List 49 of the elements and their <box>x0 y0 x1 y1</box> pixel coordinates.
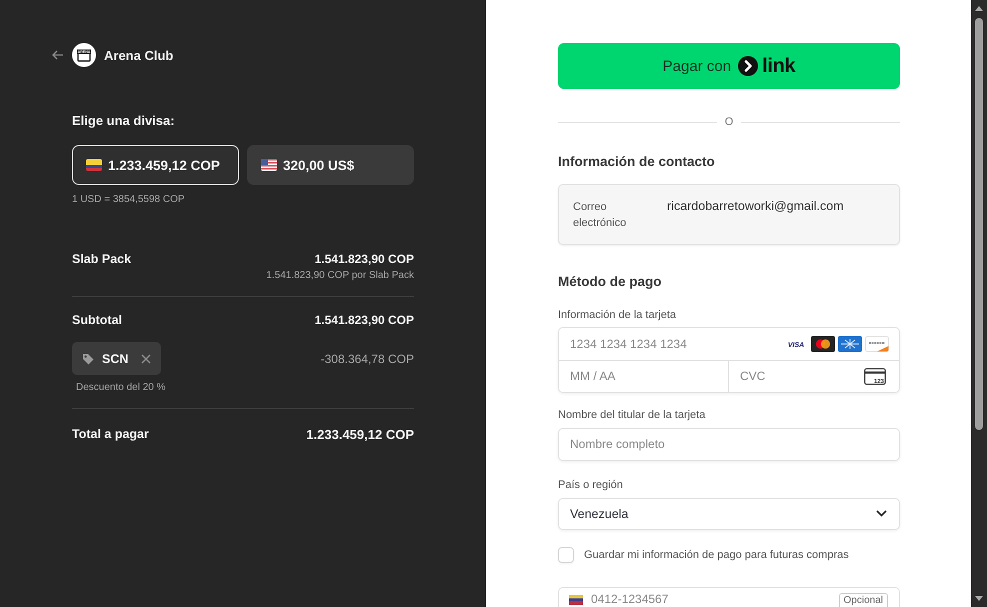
subtotal-label: Subtotal <box>72 313 122 328</box>
card-brand-icon <box>865 336 889 352</box>
tag-icon <box>82 352 94 364</box>
brand-name: Arena Club <box>104 48 174 62</box>
scroll-down-icon[interactable] <box>975 596 983 601</box>
contact-heading: Información de contacto <box>558 154 716 170</box>
exchange-rate: 1 USD = 3854,5598 COP <box>72 193 186 206</box>
country-label: País o región <box>558 478 624 492</box>
divider-text: O <box>724 115 734 130</box>
card-brand-icon <box>811 336 835 352</box>
back-arrow-icon[interactable] <box>52 50 64 60</box>
pay-with-link-button[interactable]: Pagar con link <box>558 43 900 90</box>
payment-heading: Método de pago <box>558 274 662 290</box>
currency-heading: Elige una divisa: <box>72 113 176 129</box>
card-info-label: Información de la tarjeta <box>558 308 678 322</box>
flag-icon <box>261 159 277 171</box>
flag-icon <box>569 595 583 606</box>
phone-input[interactable]: 0412-1234567 <box>583 591 839 607</box>
cardholder-label: Nombre del titular de la tarjeta <box>558 408 706 422</box>
item-price: 1.541.823,90 COP <box>314 252 414 267</box>
card-brand-icon <box>838 336 862 352</box>
scroll-up-icon[interactable] <box>975 6 983 11</box>
chevron-down-icon <box>876 510 887 518</box>
email-value: ricardobarretoworki@gmail.com <box>667 198 844 214</box>
optional-badge: Opcional <box>838 593 888 607</box>
scrollbar-thumb[interactable] <box>975 18 983 430</box>
coupon-code: SCN <box>102 352 128 366</box>
scrollbar[interactable] <box>971 0 987 607</box>
currency-option[interactable]: 1.233.459,12 COP <box>72 145 239 185</box>
cvc-input[interactable]: CVC <box>729 360 864 392</box>
discount-amount: -308.364,78 COP <box>320 352 414 366</box>
subtotal-value: 1.541.823,90 COP <box>314 313 414 328</box>
cardholder-name-field[interactable]: Nombre completo <box>558 428 900 461</box>
currency-option[interactable]: 320,00 US$ <box>247 145 414 185</box>
save-info-checkbox[interactable] <box>558 546 574 563</box>
country-select[interactable]: Venezuela <box>558 498 900 530</box>
email-label: Correo electrónico <box>573 200 628 232</box>
item-name: Slab Pack <box>72 252 132 268</box>
unit-price: 1.541.823,90 COP por Slab Pack <box>266 269 414 282</box>
save-info-label: Guardar mi información de pago para futuras compras <box>584 548 849 561</box>
discount-note: Descuento del 20 % <box>75 381 167 394</box>
chevron-circle-icon <box>738 56 758 76</box>
card-number-input[interactable]: 1234 1234 1234 1234 <box>559 328 784 360</box>
flag-icon <box>86 159 102 171</box>
total-value: 1.233.459,12 COP <box>306 427 414 442</box>
phone-field[interactable]: 0412-1234567 Opcional <box>558 586 900 607</box>
total-label: Total a pagar <box>72 427 149 442</box>
expiry-input[interactable]: MM / AA <box>559 360 729 392</box>
close-icon[interactable] <box>141 354 151 364</box>
